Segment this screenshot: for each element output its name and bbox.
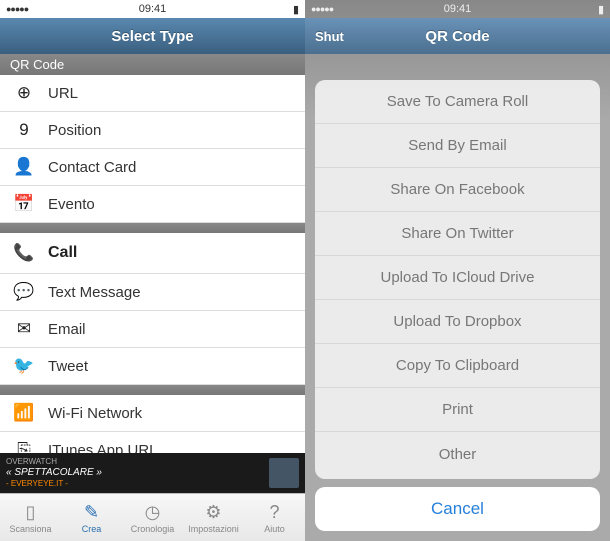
tab-settings[interactable]: ⚙ Impostazioni [183, 494, 244, 541]
item-position[interactable]: 9 Position [0, 112, 305, 149]
tab-label: Cronologia [131, 524, 175, 534]
tab-history[interactable]: ◷ Cronologia [122, 494, 183, 541]
email-icon: ✉ [12, 319, 36, 339]
section-header-qr: QR Code [0, 54, 305, 75]
item-tweet[interactable]: 🐦 Tweet [0, 348, 305, 385]
type-list: QR Code ⊕ URL 9 Position 👤 Contact Card … [0, 54, 305, 453]
option-share-facebook[interactable]: Share On Facebook [315, 168, 600, 212]
item-label: Call [48, 244, 77, 262]
screen-share-sheet: ●●●●● 09:41 ▮ Shut QR Code Save To Camer… [305, 0, 610, 541]
itunes-icon: ⎘ [12, 440, 36, 453]
sheet-options: Save To Camera Roll Send By Email Share … [315, 80, 600, 479]
tab-help[interactable]: ? Aiuto [244, 494, 305, 541]
item-url[interactable]: ⊕ URL [0, 75, 305, 112]
position-icon: 9 [12, 120, 36, 140]
tab-bar: ▯ Scansiona ✎ Crea ◷ Cronologia ⚙ Impost… [0, 493, 305, 541]
status-time: 09:41 [444, 3, 472, 15]
item-event[interactable]: 📅 Evento [0, 186, 305, 223]
ad-text: OVERWATCH « SPETTACOLARE » - EVERYEYE.IT… [6, 457, 102, 488]
scan-icon: ▯ [26, 502, 36, 523]
item-label: URL [48, 85, 78, 102]
tab-label: Crea [82, 524, 102, 534]
signal-icon: ●●●●● [6, 4, 28, 14]
twitter-icon: 🐦 [12, 356, 36, 376]
history-icon: ◷ [145, 502, 161, 523]
option-save-camera-roll[interactable]: Save To Camera Roll [315, 80, 600, 124]
ad-banner[interactable]: OVERWATCH « SPETTACOLARE » - EVERYEYE.IT… [0, 453, 305, 493]
item-itunes-url[interactable]: ⎘ ITunes App URL [0, 432, 305, 453]
create-icon: ✎ [84, 502, 99, 523]
ad-quote: « SPETTACOLARE » [6, 467, 102, 479]
nav-header: Select Type [0, 18, 305, 54]
help-icon: ? [269, 502, 279, 523]
ad-thumbnail [269, 458, 299, 488]
tab-scan[interactable]: ▯ Scansiona [0, 494, 61, 541]
compass-icon: ⊕ [12, 83, 36, 103]
item-contact-card[interactable]: 👤 Contact Card [0, 149, 305, 186]
item-label: Position [48, 122, 101, 139]
tab-create[interactable]: ✎ Crea [61, 494, 122, 541]
status-bar: ●●●●● 09:41 ▮ [305, 0, 610, 18]
screen-select-type: ●●●●● 09:41 ▮ Select Type QR Code ⊕ URL … [0, 0, 305, 541]
item-text-message[interactable]: 💬 Text Message [0, 274, 305, 311]
ad-site: - EVERYEYE.IT - [6, 479, 102, 489]
item-label: Tweet [48, 358, 88, 375]
option-upload-dropbox[interactable]: Upload To Dropbox [315, 300, 600, 344]
item-label: Contact Card [48, 159, 136, 176]
nav-title: Select Type [111, 28, 193, 45]
battery-icon: ▮ [598, 3, 604, 16]
message-icon: 💬 [12, 282, 36, 302]
nav-back-button[interactable]: Shut [315, 29, 344, 44]
action-sheet: Save To Camera Roll Send By Email Share … [315, 80, 600, 531]
option-copy-clipboard[interactable]: Copy To Clipboard [315, 344, 600, 388]
nav-title: QR Code [425, 28, 489, 45]
wifi-icon: 📶 [12, 403, 36, 423]
option-print[interactable]: Print [315, 388, 600, 432]
option-share-twitter[interactable]: Share On Twitter [315, 212, 600, 256]
status-time: 09:41 [139, 3, 167, 15]
item-label: Email [48, 321, 86, 338]
item-email[interactable]: ✉ Email [0, 311, 305, 348]
section-divider [0, 223, 305, 233]
phone-icon: 📞 [12, 243, 36, 263]
gear-icon: ⚙ [205, 502, 221, 523]
section-divider [0, 385, 305, 395]
tab-label: Aiuto [264, 524, 285, 534]
item-wifi[interactable]: 📶 Wi-Fi Network [0, 395, 305, 432]
item-label: Wi-Fi Network [48, 405, 142, 422]
option-upload-icloud[interactable]: Upload To ICloud Drive [315, 256, 600, 300]
tab-label: Scansiona [9, 524, 51, 534]
tab-label: Impostazioni [188, 524, 239, 534]
battery-icon: ▮ [293, 3, 299, 16]
ad-title: OVERWATCH [6, 457, 102, 467]
item-label: Evento [48, 196, 95, 213]
cancel-button[interactable]: Cancel [315, 487, 600, 531]
item-label: Text Message [48, 284, 141, 301]
status-bar: ●●●●● 09:41 ▮ [0, 0, 305, 18]
item-label: ITunes App URL [48, 442, 158, 454]
item-call[interactable]: 📞 Call [0, 233, 305, 274]
contact-icon: 👤 [12, 157, 36, 177]
option-other[interactable]: Other [315, 432, 600, 476]
option-send-email[interactable]: Send By Email [315, 124, 600, 168]
nav-header: Shut QR Code [305, 18, 610, 54]
calendar-icon: 📅 [12, 194, 36, 214]
signal-icon: ●●●●● [311, 4, 333, 14]
